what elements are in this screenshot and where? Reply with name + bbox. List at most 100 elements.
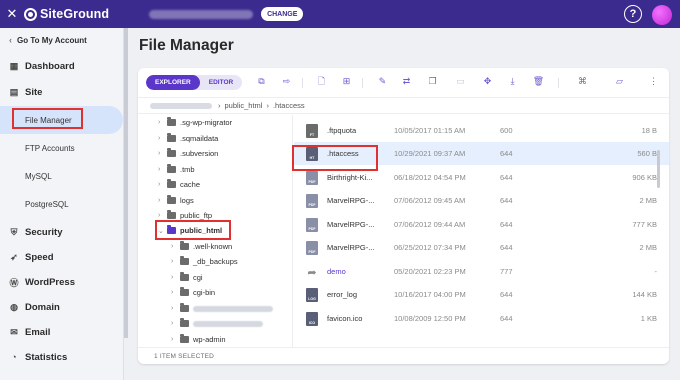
tree-item-label: cgi-bin [193, 288, 216, 297]
file-permissions: 644 [500, 314, 513, 323]
chevron-right-icon[interactable]: › [171, 243, 180, 250]
file-date: 10/29/2021 09:37 AM [394, 149, 466, 158]
chevron-right-icon[interactable]: › [171, 320, 180, 327]
file-row[interactable]: PDF MarvelRPG-... 06/25/2012 07:34 PM 64… [294, 236, 669, 259]
folder-icon [180, 256, 189, 265]
go-to-account-link[interactable]: ‹ Go To My Account [0, 29, 123, 51]
sidebar-item-label: Security [25, 226, 63, 238]
folder-action-icon[interactable]: ▱ [614, 76, 625, 87]
file-permissions: 777 [500, 267, 513, 276]
sidebar-scrollbar[interactable] [124, 28, 128, 338]
chevron-right-icon[interactable]: › [171, 289, 180, 296]
chevron-right-icon[interactable]: › [158, 135, 167, 142]
chevron-right-icon[interactable]: › [171, 274, 180, 281]
avatar[interactable] [652, 5, 672, 25]
sidebar-item-label: Domain [25, 301, 60, 313]
sidebar-item-postgresql[interactable]: PostgreSQL [0, 190, 123, 218]
paste-icon[interactable]: ▭ [455, 76, 466, 87]
file-row[interactable]: LOG error_log 10/16/2017 04:00 PM 644 14… [294, 283, 669, 306]
file-row[interactable]: ➦ demo 05/20/2021 02:23 PM 777 - [294, 260, 669, 283]
help-icon[interactable]: ? [624, 5, 642, 23]
more-menu-icon[interactable]: ⋮ [648, 76, 659, 87]
sidebar-item-wordpress[interactable]: Ⓦ WordPress [0, 270, 123, 294]
tree-item[interactable]: › _db_backups [171, 254, 238, 269]
sidebar-item-ftp-accounts[interactable]: FTP Accounts [0, 134, 123, 162]
file-row[interactable]: PDF MarvelRPG-... 07/06/2012 09:45 AM 64… [294, 189, 669, 212]
breadcrumb-item[interactable]: .htaccess [273, 101, 305, 110]
move-icon[interactable]: ✥ [482, 76, 493, 87]
folder-icon [180, 241, 189, 250]
sidebar-item-security[interactable]: ⛨ Security [0, 220, 123, 244]
rename-icon[interactable]: ⇄ [401, 76, 412, 87]
tree-item[interactable]: › .subversion [158, 146, 218, 161]
file-row[interactable]: FT .ftpquota 10/05/2017 01:15 AM 600 18 … [294, 119, 669, 142]
tree-item[interactable]: › cgi [171, 270, 203, 285]
tree-item[interactable]: › cgi-bin [171, 285, 215, 300]
chevron-right-icon[interactable]: › [158, 150, 167, 157]
sidebar-item-mysql[interactable]: MySQL [0, 162, 123, 190]
sidebar-item-email[interactable]: ✉ Email [0, 320, 123, 344]
stats-icon: ◔ [11, 352, 17, 362]
breadcrumb-root[interactable] [150, 102, 212, 109]
file-icon: FT [306, 123, 318, 138]
copy-icon[interactable]: ⧉ [256, 76, 267, 87]
file-date: 06/25/2012 07:34 PM [394, 243, 466, 252]
chevron-left-icon: ‹ [9, 35, 12, 45]
tree-item[interactable]: › .sqmaildata [158, 131, 218, 146]
logo-mark-icon [24, 7, 37, 21]
sidebar-item-domain[interactable]: ◍ Domain [0, 295, 123, 319]
sidebar-item-dashboard[interactable]: ▦ Dashboard [0, 54, 123, 78]
file-row[interactable]: ICO favicon.ico 10/08/2009 12:50 PM 644 … [294, 307, 669, 330]
compress-icon[interactable]: ⌘ [577, 76, 588, 87]
change-site-button[interactable]: CHANGE [261, 7, 304, 21]
folder-icon [167, 164, 176, 173]
new-folder-icon[interactable]: ⊞ [341, 76, 352, 87]
ico-file-icon: ICO [306, 311, 318, 326]
file-size: 2 MB [639, 243, 657, 252]
siteground-logo[interactable]: SiteGround [24, 7, 109, 21]
chevron-right-icon[interactable]: › [171, 336, 180, 343]
chevron-right-icon[interactable]: › [171, 305, 180, 312]
sidebar-item-statistics[interactable]: ◔ Statistics [0, 345, 123, 369]
move-folder-icon[interactable]: ⇨ [281, 76, 292, 87]
file-size: 144 KB [632, 290, 657, 299]
chevron-right-icon[interactable]: › [171, 258, 180, 265]
highlight-public-html [155, 220, 231, 240]
chevron-right-icon[interactable]: › [158, 197, 167, 204]
tree-item[interactable]: › wp-admin [171, 332, 226, 347]
chevron-right-icon[interactable]: › [158, 166, 167, 173]
chevron-right-icon[interactable]: › [158, 181, 167, 188]
file-size: 560 B [637, 149, 657, 158]
file-date: 05/20/2021 02:23 PM [394, 267, 466, 276]
sidebar-item-speed[interactable]: ➶ Speed [0, 245, 123, 269]
tab-explorer[interactable]: EXPLORER [146, 75, 200, 90]
edit-icon[interactable]: ✎ [377, 76, 388, 87]
tab-editor[interactable]: EDITOR [200, 75, 242, 90]
tree-item-label: logs [180, 196, 194, 205]
tree-item-label: .sg-wp-migrator [180, 118, 233, 127]
new-file-icon[interactable]: 🗋 [316, 76, 327, 87]
view-toggle: EXPLORER EDITOR [146, 75, 243, 90]
sidebar-item-site[interactable]: ▤ Site [0, 80, 123, 104]
tree-item[interactable]: › cache [158, 177, 200, 192]
tree-item[interactable]: › .sg-wp-migrator [158, 115, 232, 130]
file-list-scrollbar[interactable] [657, 150, 660, 188]
delete-icon[interactable]: 🗑 [533, 76, 544, 87]
tree-item[interactable]: › logs [158, 193, 194, 208]
chevron-right-icon[interactable]: › [158, 212, 167, 219]
file-size: 1 KB [640, 314, 657, 323]
close-icon[interactable]: ✕ [0, 6, 24, 22]
wordpress-icon: Ⓦ [9, 277, 19, 288]
sidebar-item-label: FTP Accounts [25, 143, 75, 153]
tree-item[interactable]: › [171, 301, 273, 316]
chevron-right-icon[interactable]: › [158, 119, 167, 126]
tree-item[interactable]: › [171, 316, 263, 331]
breadcrumb-item[interactable]: public_html [225, 101, 263, 110]
download-icon[interactable]: ⤓ [507, 76, 518, 87]
file-row[interactable]: PDF MarvelRPG-... 07/06/2012 09:44 AM 64… [294, 213, 669, 236]
tree-item[interactable]: › .well-known [171, 239, 232, 254]
sidebar-item-label: Dashboard [25, 60, 75, 72]
tree-item[interactable]: › .tmb [158, 162, 195, 177]
site-domain [149, 9, 254, 19]
duplicate-icon[interactable]: ❐ [427, 76, 438, 87]
